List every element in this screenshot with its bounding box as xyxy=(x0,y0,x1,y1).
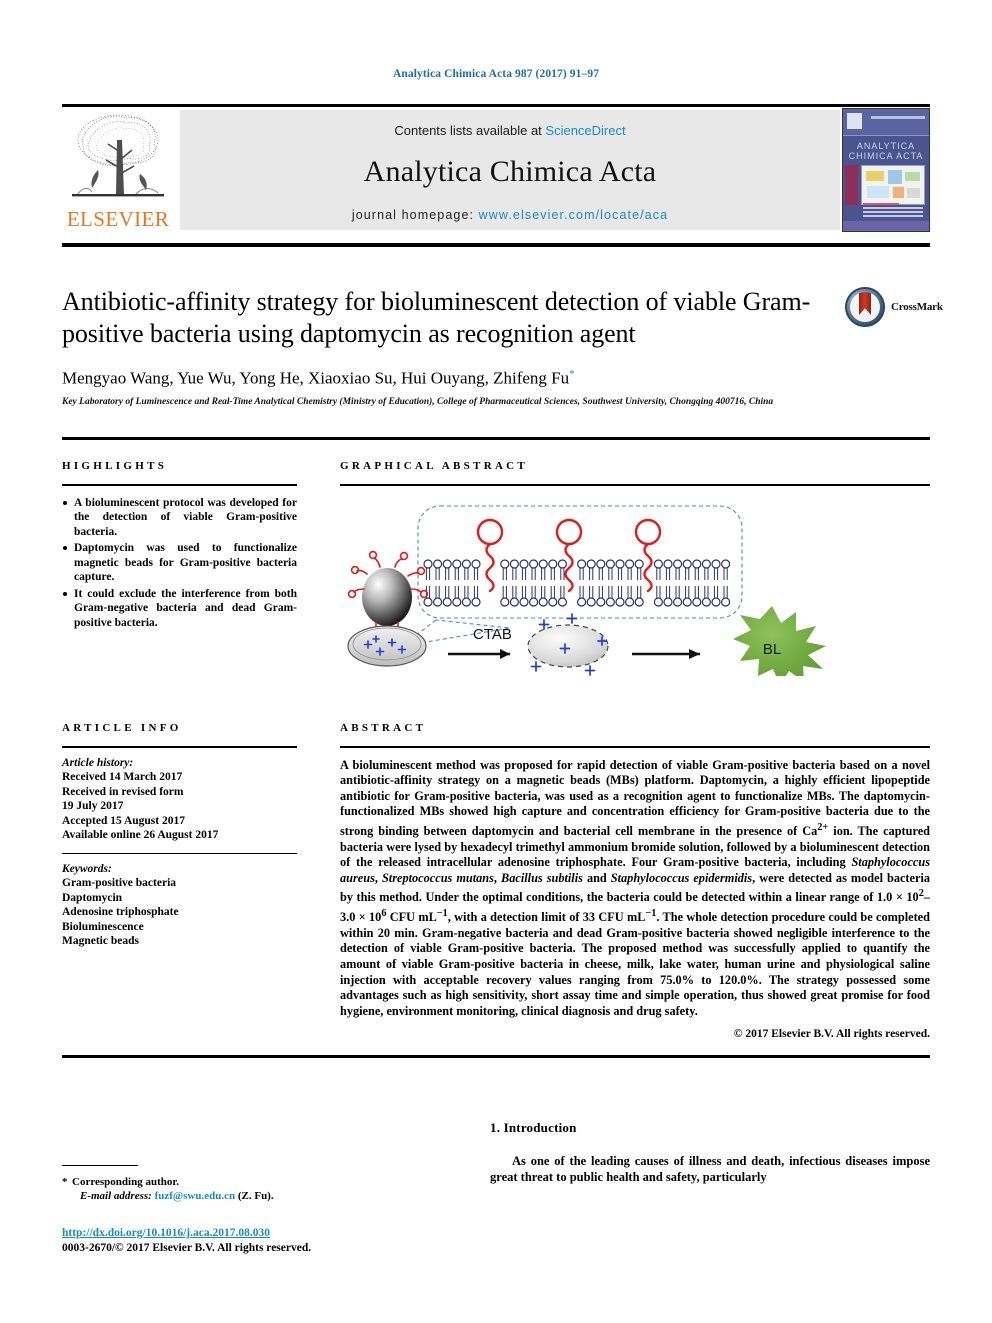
list-item: A bioluminescent protocol was developed … xyxy=(62,496,297,540)
abstract-text: A bioluminescent method was proposed for… xyxy=(340,757,931,1018)
keyword-item: Adenosine triphosphate xyxy=(62,906,179,919)
keyword-item: Magnetic beads xyxy=(62,935,139,948)
abstract-rule xyxy=(340,746,930,748)
author-list: Mengyao Wang, Yue Wu, Yong He, Xiaoxiao … xyxy=(62,368,832,389)
graphical-abstract-heading: GRAPHICAL ABSTRACT xyxy=(340,460,529,472)
bioluminescence-burst: BL xyxy=(733,605,826,685)
graphical-abstract-figure: CTAB BL xyxy=(340,494,930,685)
masthead-bottom-rule xyxy=(62,243,930,247)
journal-homepage-line: journal homepage: www.elsevier.com/locat… xyxy=(180,208,840,222)
cover-footer-bar xyxy=(843,221,929,231)
graphical-abstract-rule xyxy=(340,484,930,486)
captured-bacterium xyxy=(347,624,427,667)
masthead-top-rule xyxy=(62,104,930,107)
article-history-item: Received in revised form xyxy=(62,785,184,798)
abstract-bottom-rule xyxy=(62,1055,930,1058)
list-item: Daptomycin was used to functionalize mag… xyxy=(62,541,297,585)
highlights-list: A bioluminescent protocol was developed … xyxy=(62,496,297,631)
bl-label: BL xyxy=(763,641,781,658)
title-block: Antibiotic-affinity strategy for biolumi… xyxy=(62,286,832,408)
footnote-rule xyxy=(62,1165,138,1167)
journal-homepage-link[interactable]: www.elsevier.com/locate/aca xyxy=(479,208,669,222)
elsevier-tree-icon xyxy=(72,114,164,197)
keyword-item: Bioluminescence xyxy=(62,920,144,933)
introduction-body: As one of the leading causes of illness … xyxy=(490,1154,930,1184)
doi-link[interactable]: http://dx.doi.org/10.1016/j.aca.2017.08.… xyxy=(62,1227,462,1239)
elsevier-wordmark: ELSEVIER xyxy=(66,207,170,231)
graphical-abstract-section: GRAPHICAL ABSTRACT CTAB BL xyxy=(340,460,930,685)
ctab-arrow-group: CTAB xyxy=(448,626,512,659)
article-info-section: ARTICLE INFO Article history: Received 1… xyxy=(62,722,297,949)
highlights-heading: HIGHLIGHTS xyxy=(62,460,168,472)
introduction-heading: 1. Introduction xyxy=(490,1120,577,1135)
keywords-block: Keywords: Gram-positive bacteria Daptomy… xyxy=(62,862,297,949)
graphical-abstract-svg: CTAB BL xyxy=(347,504,826,685)
article-history-item: Available online 26 August 2017 xyxy=(62,829,219,841)
highlights-rule xyxy=(62,484,297,486)
elsevier-logo: ELSEVIER xyxy=(62,108,174,234)
doi-block: http://dx.doi.org/10.1016/j.aca.2017.08.… xyxy=(62,1227,462,1254)
daptomycin-molecules xyxy=(476,518,662,592)
contents-prefix: Contents lists available at xyxy=(394,123,546,138)
crossmark-inner-disc xyxy=(850,292,880,322)
detection-arrow xyxy=(632,648,700,659)
abstract-heading: ABSTRACT xyxy=(340,722,427,734)
corresponding-author-footnote: * Corresponding author. E-mail address: … xyxy=(62,1165,412,1203)
journal-masthead: ELSEVIER Contents lists available at Sci… xyxy=(62,108,930,234)
article-info-rule xyxy=(62,746,297,748)
keywords-label: Keywords: xyxy=(62,862,112,875)
running-head: Analytica Chimica Acta 987 (2017) 91–97 xyxy=(392,68,600,80)
cover-left-bar xyxy=(845,165,858,205)
footnote-star: * xyxy=(62,1176,68,1189)
article-info-heading: ARTICLE INFO xyxy=(62,722,182,734)
cover-publisher-logo xyxy=(847,113,862,129)
keywords-divider xyxy=(62,852,297,854)
lysed-bacterium xyxy=(527,612,609,676)
article-history-block: Article history: Received 14 March 2017 … xyxy=(62,756,297,843)
cover-bottom-text xyxy=(863,203,923,219)
title-bottom-rule xyxy=(62,437,930,440)
abstract-section: ABSTRACT A bioluminescent method was pro… xyxy=(340,722,930,1040)
cover-journal-title: ANALYTICA CHIMICA ACTA xyxy=(848,141,924,161)
keyword-item: Gram-positive bacteria xyxy=(62,877,177,890)
highlights-section: HIGHLIGHTS A bioluminescent protocol was… xyxy=(62,460,297,632)
magnetic-bead xyxy=(347,550,429,636)
membrane-callout xyxy=(401,504,743,647)
ctab-label: CTAB xyxy=(473,626,512,643)
paper-page: Analytica Chimica Acta 987 (2017) 91–97 xyxy=(0,0,992,1323)
affiliation: Key Laboratory of Luminescence and Real-… xyxy=(62,396,774,407)
journal-cover-thumbnail: ANALYTICA CHIMICA ACTA xyxy=(842,108,930,232)
crossmark-ribbon-icon xyxy=(859,292,871,315)
page-title: Antibiotic-affinity strategy for biolumi… xyxy=(62,287,811,348)
masthead-banner: Contents lists available at ScienceDirec… xyxy=(180,110,840,230)
bilayer-phospholipids xyxy=(423,558,731,607)
corresponding-author-label: Corresponding author. xyxy=(72,1176,179,1189)
corresponding-author-line: * Corresponding author. xyxy=(62,1175,412,1189)
homepage-prefix: journal homepage: xyxy=(351,208,479,222)
crossmark-badge-group[interactable]: CrossMark xyxy=(845,287,945,331)
cover-artwork xyxy=(861,165,925,205)
article-history-item: Received 14 March 2017 xyxy=(62,771,183,783)
contents-available-line: Contents lists available at ScienceDirec… xyxy=(180,123,840,138)
email-label: E-mail address: xyxy=(80,1190,152,1203)
email-line: E-mail address: fuzf@swu.edu.cn (Z. Fu). xyxy=(62,1189,412,1203)
article-history-item: Accepted 15 August 2017 xyxy=(62,814,185,827)
article-history-item: 19 July 2017 xyxy=(62,800,124,812)
list-item: It could exclude the interference from b… xyxy=(62,587,297,631)
article-history-label: Article history: xyxy=(62,756,134,769)
cover-top-text xyxy=(871,116,925,119)
issn-copyright-line: 0003-2670/© 2017 Elsevier B.V. All right… xyxy=(62,1242,312,1254)
crossmark-icon xyxy=(845,287,885,327)
email-link[interactable]: fuzf@swu.edu.cn xyxy=(155,1190,236,1202)
introduction-section: 1. Introduction As one of the leading ca… xyxy=(490,1120,930,1185)
sciencedirect-link[interactable]: ScienceDirect xyxy=(545,123,625,138)
journal-title: Analytica Chimica Acta xyxy=(363,155,657,188)
keyword-item: Daptomycin xyxy=(62,891,123,904)
corresponding-author-marker: * xyxy=(569,368,575,380)
email-suffix: (Z. Fu). xyxy=(237,1190,274,1203)
author-names: Mengyao Wang, Yue Wu, Yong He, Xiaoxiao … xyxy=(62,368,570,388)
crossmark-label: CrossMark xyxy=(891,301,943,313)
copyright-line: © 2017 Elsevier B.V. All rights reserved… xyxy=(733,1028,930,1041)
